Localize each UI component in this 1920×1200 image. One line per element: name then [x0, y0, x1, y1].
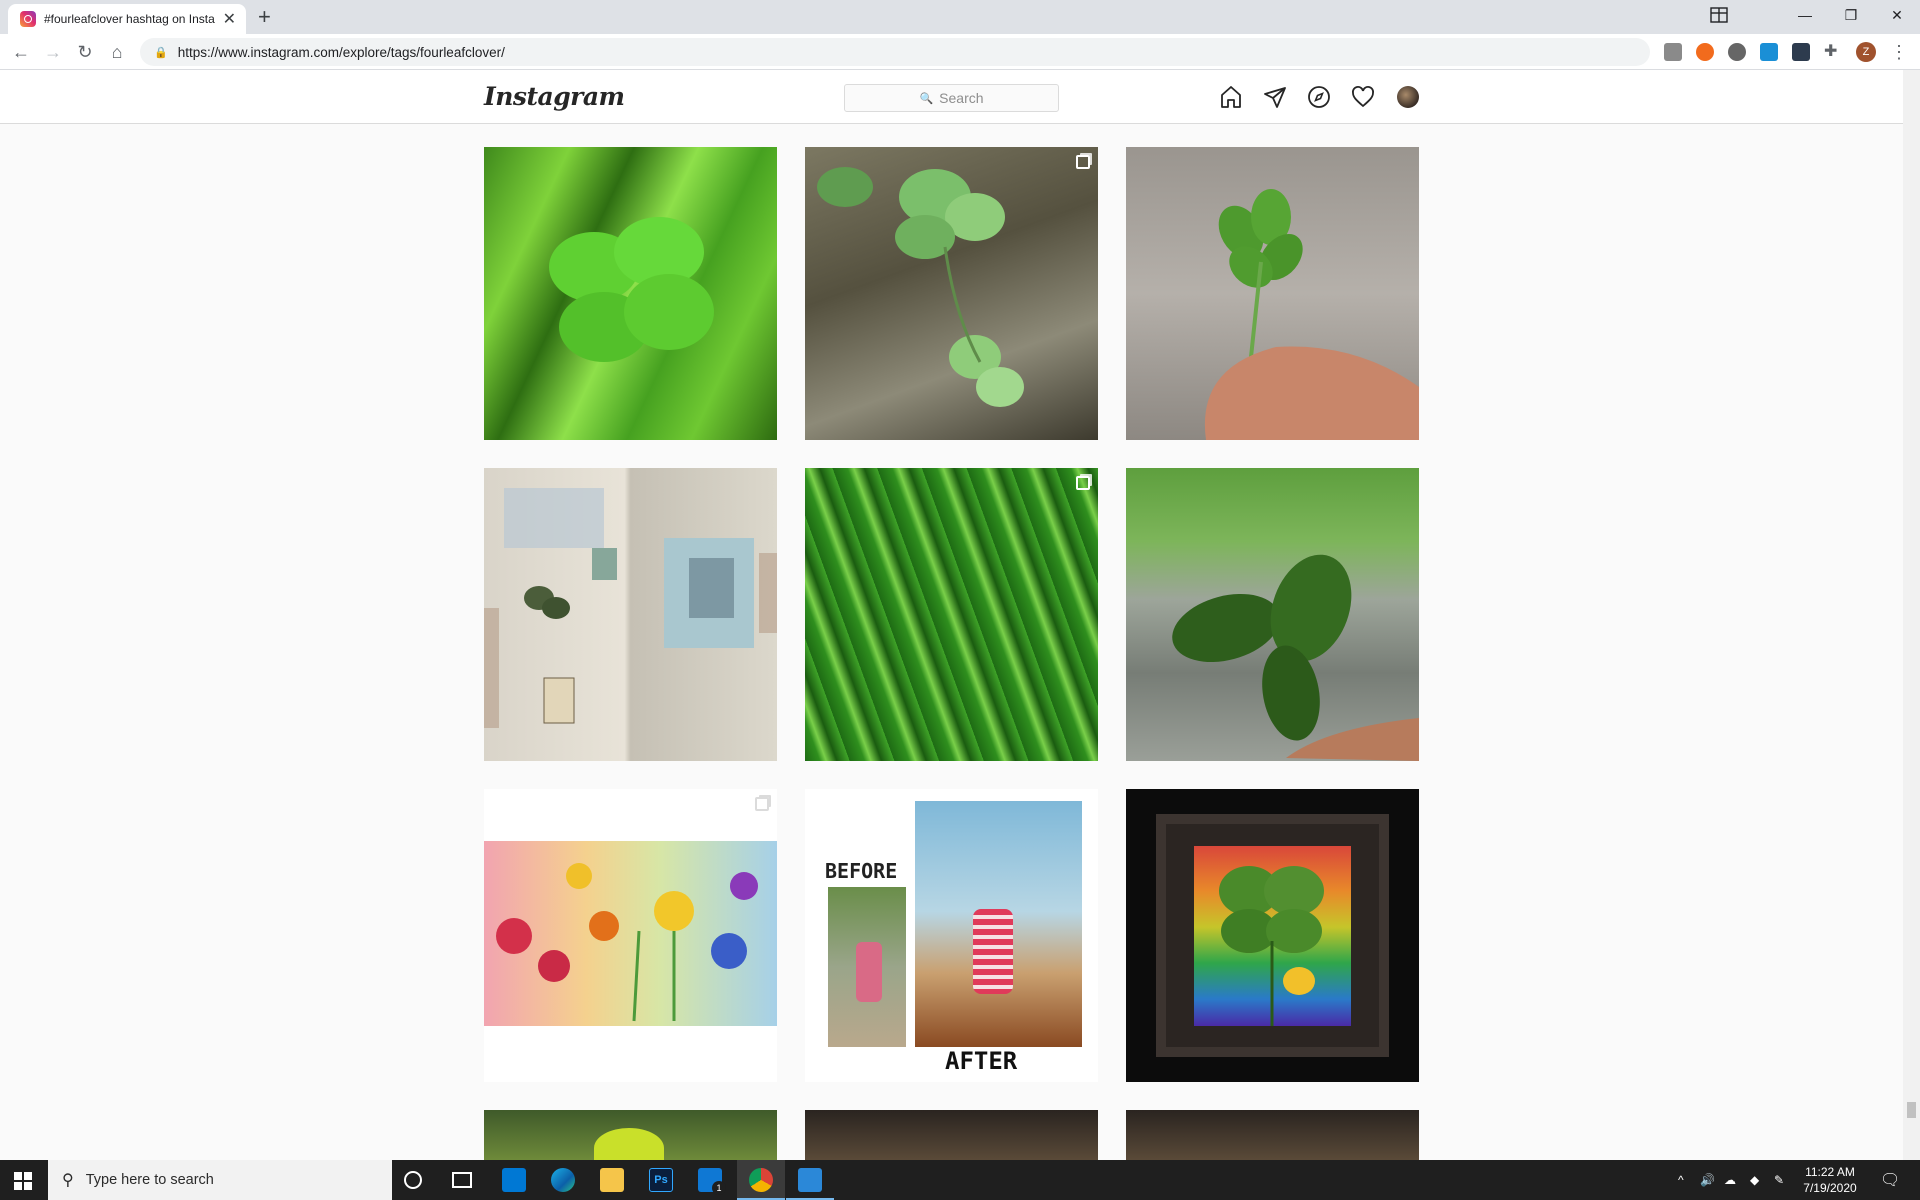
chrome-icon: [749, 1168, 773, 1192]
after-photo: [915, 801, 1082, 1047]
taskbar-search-placeholder: Type here to search: [85, 1172, 214, 1188]
mail-icon[interactable]: 1: [698, 1168, 726, 1195]
clover-image: [549, 217, 714, 362]
snip-taskbar-button[interactable]: [786, 1160, 834, 1200]
search-placeholder: Search: [939, 90, 984, 106]
extension-circle-icon[interactable]: [1728, 43, 1746, 61]
post-tile[interactable]: [484, 468, 777, 761]
page-scrollbar[interactable]: [1903, 70, 1920, 1160]
browser-tab-instagram[interactable]: #fourleafclover hashtag on Insta ✕: [8, 4, 246, 34]
extensions-puzzle-icon[interactable]: ✚: [1824, 43, 1842, 61]
post-tile[interactable]: [805, 147, 1098, 440]
volume-icon[interactable]: 🔊: [1700, 1160, 1715, 1200]
cortana-icon[interactable]: [404, 1171, 422, 1189]
browser-tab-strip: #fourleafclover hashtag on Insta ✕ + — ❐…: [0, 0, 1920, 34]
profile-avatar[interactable]: Z: [1856, 42, 1876, 62]
instagram-favicon-icon: [20, 11, 36, 27]
extension-blue-icon[interactable]: [1760, 43, 1778, 61]
extension-dark-icon[interactable]: [1792, 43, 1810, 61]
explore-compass-icon[interactable]: [1307, 85, 1331, 109]
forward-button[interactable]: →: [40, 39, 66, 65]
address-bar[interactable]: 🔒 https://www.instagram.com/explore/tags…: [140, 38, 1650, 66]
microsoft-store-icon[interactable]: [502, 1168, 526, 1192]
post-tile[interactable]: [1126, 1110, 1419, 1160]
extension-orange-icon[interactable]: [1696, 43, 1714, 61]
post-tile[interactable]: [484, 147, 777, 440]
snipping-tool-icon: [798, 1168, 822, 1192]
journal-image: [484, 488, 777, 728]
photoshop-icon[interactable]: Ps: [649, 1168, 673, 1192]
browser-menu-icon[interactable]: ⋮: [1886, 39, 1912, 65]
browser-toolbar: ← → ↻ ⌂ 🔒 https://www.instagram.com/expl…: [0, 34, 1920, 70]
windows-start-icon[interactable]: [14, 1172, 32, 1190]
direct-message-icon[interactable]: [1263, 85, 1287, 109]
post-tile[interactable]: [484, 789, 777, 1082]
clover-hand-image: [1204, 189, 1419, 440]
search-icon: ⚲: [62, 1172, 74, 1189]
instagram-search-input[interactable]: 🔍 Search: [844, 84, 1059, 112]
close-tab-icon[interactable]: ✕: [223, 9, 236, 29]
instagram-profile-avatar[interactable]: [1397, 86, 1419, 108]
taskbar-search-input[interactable]: ⚲ Type here to search: [48, 1160, 392, 1200]
multiple-posts-icon: [755, 797, 769, 811]
dropbox-icon[interactable]: ◆: [1750, 1160, 1759, 1200]
windows-taskbar: ⚲ Type here to search Ps 1 ^ 🔊 ☁ ◆ ✎ 11:…: [0, 1160, 1920, 1200]
multiple-posts-icon: [1076, 476, 1090, 490]
post-tile[interactable]: [484, 1110, 777, 1160]
notification-icon[interactable]: 🗨: [1880, 1160, 1900, 1200]
clock-time: 11:22 AM: [1805, 1165, 1855, 1179]
file-explorer-icon[interactable]: [600, 1168, 624, 1192]
post-tile[interactable]: [1126, 147, 1419, 440]
lock-icon: 🔒: [154, 46, 168, 59]
before-label: BEFORE: [825, 859, 898, 883]
task-view-icon[interactable]: [452, 1172, 472, 1188]
home-icon[interactable]: [1219, 85, 1243, 109]
clock-date: 7/19/2020: [1803, 1181, 1857, 1195]
post-tile[interactable]: [1126, 789, 1419, 1082]
flower-painting-image: [484, 841, 777, 1026]
post-tile[interactable]: [805, 1110, 1098, 1160]
scrollbar-thumb[interactable]: [1907, 1102, 1916, 1118]
onedrive-icon[interactable]: ☁: [1724, 1160, 1736, 1200]
clover-road-image: [1172, 554, 1419, 761]
home-button[interactable]: ⌂: [104, 39, 130, 65]
url-text: https://www.instagram.com/explore/tags/f…: [177, 44, 505, 60]
tab-search-icon[interactable]: [1696, 0, 1742, 30]
post-tile[interactable]: [1126, 468, 1419, 761]
back-button[interactable]: ←: [8, 39, 34, 65]
post-tile[interactable]: [805, 468, 1098, 761]
activity-heart-icon[interactable]: [1351, 85, 1375, 109]
tab-title: #fourleafclover hashtag on Insta: [44, 12, 215, 26]
instagram-header: Instagram 🔍 Search: [0, 70, 1903, 124]
search-icon: 🔍: [919, 92, 934, 105]
framed-clover-image: [1194, 846, 1351, 1026]
mail-badge: 1: [712, 1181, 726, 1195]
minimize-button[interactable]: —: [1782, 0, 1828, 30]
reload-button[interactable]: ↻: [72, 39, 98, 65]
show-hidden-icons[interactable]: ^: [1678, 1160, 1684, 1200]
frame: [1156, 814, 1389, 1057]
new-tab-button[interactable]: +: [258, 4, 271, 30]
chrome-taskbar-button[interactable]: [737, 1160, 785, 1200]
instagram-logo[interactable]: Instagram: [484, 82, 625, 111]
before-photo: [828, 887, 906, 1047]
extension-g-icon[interactable]: [1664, 43, 1682, 61]
restore-button[interactable]: ❐: [1828, 0, 1874, 30]
close-window-button[interactable]: ✕: [1874, 0, 1920, 30]
edge-icon[interactable]: [551, 1168, 575, 1192]
post-tile[interactable]: BEFORE AFTER: [805, 789, 1098, 1082]
partial-clover-image: [594, 1128, 664, 1160]
pen-icon[interactable]: ✎: [1774, 1160, 1784, 1200]
after-label: AFTER: [945, 1047, 1018, 1075]
taskbar-clock[interactable]: 11:22 AM 7/19/2020: [1790, 1164, 1870, 1196]
clover-gravel-image: [817, 167, 1024, 407]
multiple-posts-icon: [1076, 155, 1090, 169]
